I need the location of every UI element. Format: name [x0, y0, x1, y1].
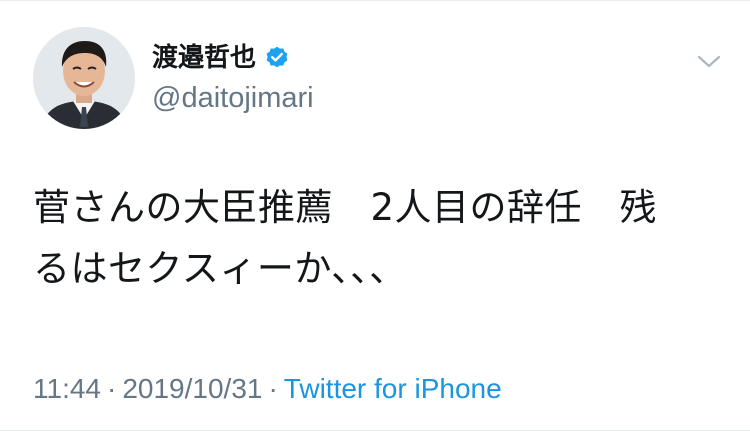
- name-row: 渡邉哲也: [152, 41, 290, 75]
- tweet-card: 渡邉哲也 @daitojimari 菅さんの大臣推薦 2人目の辞任 残 るはセク…: [0, 0, 750, 431]
- tweet-meta: 11:44 · 2019/10/31 · Twitter for iPhone: [33, 371, 502, 407]
- verified-badge-icon: [264, 45, 290, 71]
- chevron-down-icon[interactable]: [697, 51, 721, 71]
- avatar[interactable]: [33, 27, 135, 129]
- tweet-source-link[interactable]: Twitter for iPhone: [284, 373, 502, 404]
- tweet-text: 菅さんの大臣推薦 2人目の辞任 残 るはセクスィーか、、、: [33, 177, 723, 299]
- meta-separator: ·: [268, 373, 278, 404]
- tweet-text-line: 菅さんの大臣推薦 2人目の辞任 残: [33, 186, 658, 229]
- user-handle[interactable]: @daitojimari: [152, 81, 314, 115]
- avatar-image: [33, 27, 135, 129]
- meta-separator: ·: [107, 373, 117, 404]
- tweet-date[interactable]: 2019/10/31: [122, 373, 262, 404]
- tweet-text-line: るはセクスィーか、、、: [33, 247, 407, 290]
- display-name[interactable]: 渡邉哲也: [152, 41, 256, 75]
- tweet-time[interactable]: 11:44: [33, 373, 101, 404]
